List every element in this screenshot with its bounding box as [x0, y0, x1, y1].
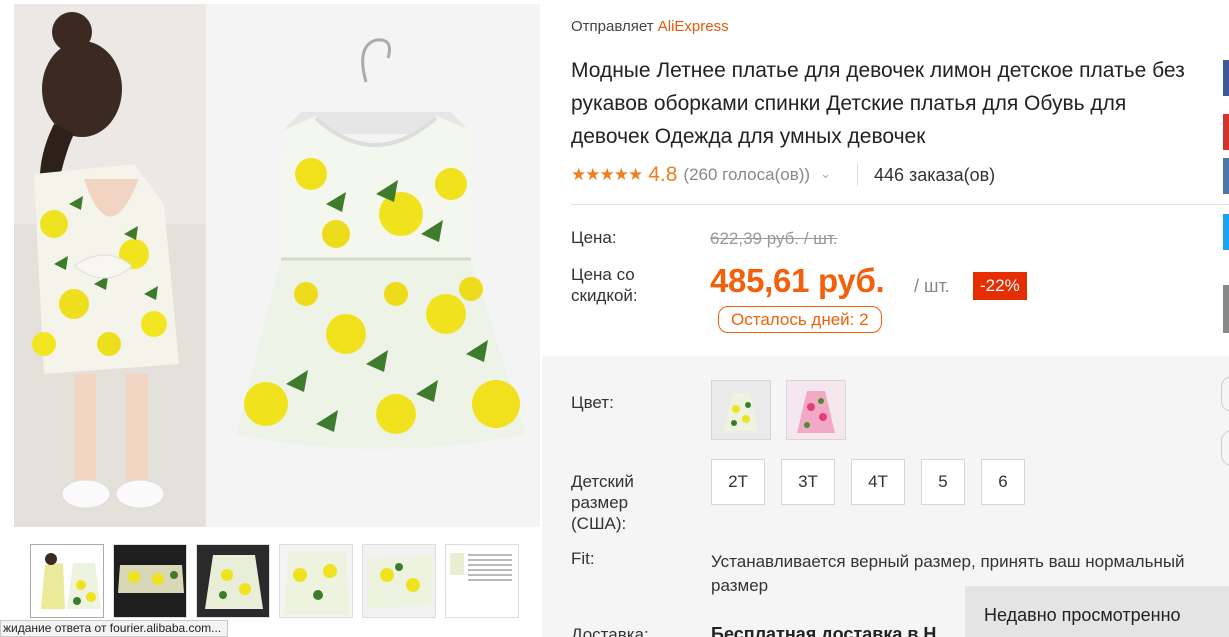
size-label: Детский размер (США):: [571, 472, 634, 533]
thumbnail-1[interactable]: [30, 544, 104, 618]
product-page: жидание ответа от fourier.alibaba.com...…: [0, 0, 1229, 637]
size-option-3t[interactable]: 3T: [781, 459, 835, 505]
shipping-info[interactable]: Бесплатная доставка в Н: [711, 624, 936, 637]
size-option-4t[interactable]: 4T: [851, 459, 905, 505]
color-label: Цвет:: [571, 393, 614, 412]
rating-row: ★★★★★ 4.8 (260 голоса(ов)) ⌄ 446 заказа(…: [571, 160, 995, 190]
per-unit-label: / шт.: [914, 276, 950, 296]
days-left-badge: Осталось дней: 2: [718, 306, 882, 333]
discount-badge: -22%: [973, 272, 1027, 300]
discount-price: 485,61 руб.: [710, 262, 885, 299]
share-twitter-icon[interactable]: [1223, 214, 1229, 250]
product-title: Модные Летнее платье для девочек лимон д…: [571, 59, 1185, 148]
main-photo-dress[interactable]: [206, 4, 540, 527]
color-swatch-yellow[interactable]: [711, 380, 771, 440]
thumbnail-3[interactable]: [196, 544, 270, 618]
recently-viewed-panel[interactable]: Недавно просмотренно: [965, 586, 1229, 637]
divider: [571, 204, 1229, 205]
thumbnail-6[interactable]: [445, 544, 519, 618]
share-vk-icon[interactable]: [1223, 158, 1229, 194]
thumbnail-strip: [30, 544, 519, 618]
size-option-2t[interactable]: 2T: [711, 459, 765, 505]
rating-stars-icon: ★★★★★: [571, 165, 643, 184]
price-label: Цена:: [571, 228, 617, 247]
share-more-icon[interactable]: [1223, 285, 1229, 333]
seller-brand-link[interactable]: AliExpress: [658, 18, 729, 35]
orders-count: 446 заказа(ов): [873, 164, 996, 185]
side-scroll-down-button[interactable]: [1221, 430, 1229, 466]
rating-value: 4.8: [648, 163, 678, 186]
thumbnail-5[interactable]: [362, 544, 436, 618]
old-price: 622,39 руб. / шт.: [710, 229, 838, 248]
color-swatch-pink[interactable]: [786, 380, 846, 440]
info-header-panel: Отправляет AliExpress Модные Летнее плат…: [542, 0, 1229, 356]
share-facebook-icon[interactable]: [1223, 60, 1229, 96]
share-pinterest-icon[interactable]: [1223, 114, 1229, 150]
votes-link[interactable]: (260 голоса(ов)): [683, 165, 810, 185]
browser-status-bar: жидание ответа от fourier.alibaba.com...: [0, 620, 229, 637]
fit-label: Fit:: [571, 549, 595, 568]
size-option-6[interactable]: 6: [981, 459, 1025, 505]
chevron-down-icon[interactable]: ⌄: [820, 166, 831, 182]
seller-line: Отправляет AliExpress: [571, 18, 729, 35]
main-photo-model[interactable]: [14, 4, 206, 527]
side-scroll-up-button[interactable]: [1221, 376, 1229, 412]
rating-divider: [856, 164, 858, 186]
product-gallery: жидание ответа от fourier.alibaba.com...: [0, 0, 542, 637]
shipping-label: Доставка:: [571, 625, 649, 637]
size-option-5[interactable]: 5: [921, 459, 965, 505]
size-options: 2T 3T 4T 5 6: [711, 459, 1025, 505]
thumbnail-4[interactable]: [279, 544, 353, 618]
seller-prefix: Отправляет: [571, 18, 658, 35]
thumbnail-2[interactable]: [113, 544, 187, 618]
discount-price-label: Цена со скидкой:: [571, 265, 638, 305]
product-info: Отправляет AliExpress Модные Летнее плат…: [542, 0, 1229, 637]
